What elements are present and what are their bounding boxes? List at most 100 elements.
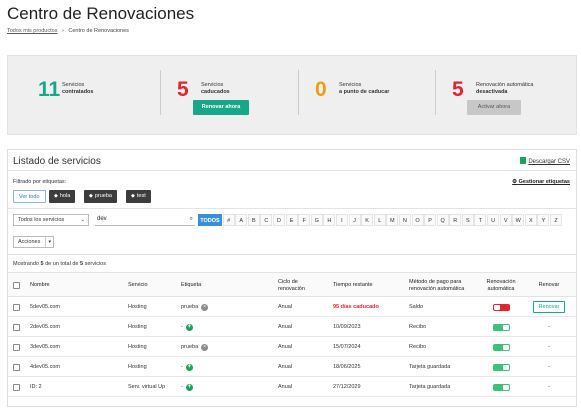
service-type: Hosting <box>128 364 147 370</box>
row-checkbox[interactable] <box>13 337 20 357</box>
breadcrumb-link-products[interactable]: Todos mis productos <box>7 28 57 34</box>
renew-button[interactable]: Renovar <box>532 301 566 313</box>
letter-filter-s[interactable]: S <box>461 214 474 226</box>
letter-filter-t[interactable]: T <box>474 214 487 226</box>
service-name[interactable]: 4dev05.com <box>30 357 60 377</box>
letter-filter-x[interactable]: X <box>524 214 537 226</box>
add-tag-icon[interactable]: + <box>185 363 193 371</box>
time-left: 10/09/2023 <box>333 324 361 330</box>
letter-filter-l[interactable]: L <box>373 214 386 226</box>
tag-filter-test[interactable]: ◆ test <box>126 190 151 203</box>
service-name[interactable]: 3dev05.com <box>30 337 60 357</box>
auto-renewal-toggle[interactable] <box>492 303 510 311</box>
letter-filter-b[interactable]: B <box>247 214 260 226</box>
time-left: 18/06/2025 <box>333 364 361 370</box>
col-renew: Renovar <box>538 282 560 289</box>
letter-filter-y[interactable]: Y <box>537 214 550 226</box>
col-tag[interactable]: Etiqueta <box>181 273 201 298</box>
payment-method: Saldo <box>409 304 424 310</box>
auto-renewal-cell <box>482 317 520 337</box>
service-tag: prueba × <box>181 297 209 317</box>
service-type: Hosting <box>128 324 147 330</box>
renew-empty: - <box>548 364 550 370</box>
letter-filter-a[interactable]: A <box>235 214 248 226</box>
auto-renewal-toggle[interactable] <box>492 363 510 371</box>
letter-filter-r[interactable]: R <box>449 214 462 226</box>
tag-filter-hola[interactable]: ◆ hola <box>49 190 76 203</box>
letter-filter-u[interactable]: U <box>487 214 500 226</box>
auto-renewal-toggle[interactable] <box>492 343 510 351</box>
letter-filter-f[interactable]: F <box>298 214 311 226</box>
letter-filter-p[interactable]: P <box>424 214 437 226</box>
renew-empty: - <box>548 344 550 350</box>
table-row: ID: 2 Serv. virtual Up - + Anual 27/12/2029 Ta… <box>8 377 576 397</box>
row-checkbox[interactable] <box>13 317 20 337</box>
services-panel: Listado de servicios Descargar CSV Filtr… <box>7 149 577 407</box>
row-checkbox[interactable] <box>13 377 20 397</box>
letter-filter-k[interactable]: K <box>361 214 374 226</box>
letter-filter-h[interactable]: H <box>323 214 336 226</box>
letter-filter-e[interactable]: E <box>285 214 298 226</box>
renew-cell: - <box>525 377 573 397</box>
letter-filter-hash[interactable]: # <box>222 214 235 226</box>
search-input[interactable]: dev ⌕ <box>95 214 195 226</box>
payment-method: Recibo <box>409 324 427 330</box>
remove-tag-icon[interactable]: × <box>201 303 209 311</box>
letter-filter-all[interactable]: TODOS <box>198 214 222 226</box>
stat-number: 0 <box>315 78 327 101</box>
letter-filter-w[interactable]: W <box>512 214 525 226</box>
letter-filter-g[interactable]: G <box>310 214 323 226</box>
service-type-select[interactable]: Todos los servicios ⌄ <box>13 214 89 226</box>
row-checkbox[interactable] <box>13 357 20 377</box>
breadcrumb: Todos mis productos › Centro de Renovaci… <box>7 28 129 34</box>
table-row: 3dev05.com Hosting prueba × Anual 15/07/2024 R… <box>8 337 576 357</box>
tag-filter-all[interactable]: Ver todo <box>13 190 46 203</box>
remove-tag-icon[interactable]: × <box>201 343 209 351</box>
select-all-checkbox[interactable] <box>13 273 20 298</box>
letter-filter-n[interactable]: N <box>398 214 411 226</box>
actions-dropdown[interactable]: Acciones ▾ <box>13 236 54 248</box>
letter-filter-q[interactable]: Q <box>436 214 449 226</box>
breadcrumb-separator: › <box>61 28 64 34</box>
download-csv-link[interactable]: Descargar CSV <box>520 157 570 165</box>
letter-filter-j[interactable]: J <box>348 214 361 226</box>
col-name[interactable]: Nombre <box>30 273 50 298</box>
table-row: 5dev05.com Hosting prueba × Anual 95 días cad… <box>8 297 576 317</box>
table-row: 2dev05.com Hosting - + Anual 10/09/2023 Recibo… <box>8 317 576 337</box>
stat-label: Servicios a punto de caducar <box>339 82 390 95</box>
col-service[interactable]: Servicio <box>128 273 148 298</box>
letter-filter-c[interactable]: C <box>260 214 273 226</box>
renew-now-button[interactable]: Renovar ahora <box>193 100 249 115</box>
divider <box>435 70 436 115</box>
stat-label: Renovación automática desactivada <box>476 82 534 95</box>
auto-renewal-toggle[interactable] <box>492 323 510 331</box>
col-time-left[interactable]: Tiempo restante <box>333 273 373 298</box>
add-tag-icon[interactable]: + <box>185 383 193 391</box>
letter-filter-v[interactable]: V <box>499 214 512 226</box>
tag-filter-prueba[interactable]: ◆ prueba <box>84 190 117 203</box>
letter-filter-m[interactable]: M <box>386 214 399 226</box>
service-name[interactable]: 5dev05.com <box>30 297 60 317</box>
services-title: Listado de servicios <box>13 156 101 167</box>
letter-filter-z[interactable]: Z <box>550 214 563 226</box>
col-payment[interactable]: Método de pago para renovación automátic… <box>409 273 479 298</box>
service-tag: prueba × <box>181 337 209 357</box>
renewal-summary: 11 Servicios contratados 5 Servicios caduc… <box>7 55 577 135</box>
service-name[interactable]: 2dev05.com <box>30 317 60 337</box>
stat-number: 5 <box>177 78 189 101</box>
letter-filter-i[interactable]: I <box>335 214 348 226</box>
col-auto-renewal[interactable]: Renovación automática <box>482 273 520 298</box>
service-type: Serv. virtual Up <box>128 384 166 390</box>
row-checkbox[interactable] <box>13 297 20 317</box>
manage-tags-link[interactable]: ⚙ Gestionar etiquetas <box>512 179 570 185</box>
add-tag-icon[interactable]: + <box>185 323 193 331</box>
activate-now-button[interactable]: Activar ahora <box>467 100 521 115</box>
auto-renewal-toggle[interactable] <box>492 383 510 391</box>
letter-filter-d[interactable]: D <box>272 214 285 226</box>
auto-renewal-cell <box>482 337 520 357</box>
renewal-cycle: Anual <box>278 344 293 350</box>
letter-filter-o[interactable]: O <box>411 214 424 226</box>
tag-icon: ◆ <box>131 193 135 199</box>
col-cycle[interactable]: Ciclo de renovación <box>278 273 322 298</box>
service-name[interactable]: ID: 2 <box>30 377 42 397</box>
